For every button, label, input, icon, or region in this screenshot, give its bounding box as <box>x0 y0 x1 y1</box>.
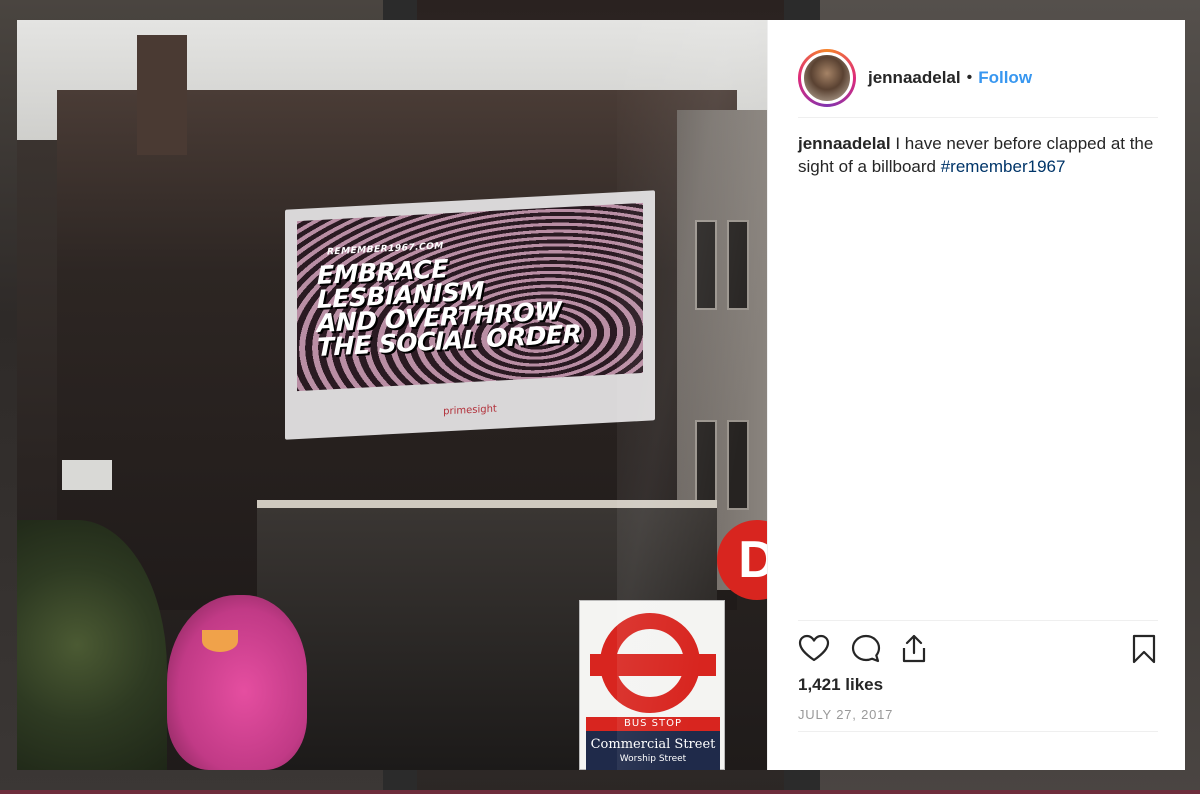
photo-billboard: REMEMBER1967.COM EMBRACE LESBIANISM AND … <box>285 190 655 440</box>
post-header: jennaadelal • Follow <box>798 38 1158 118</box>
photo-ac-unit <box>62 460 112 490</box>
likes-count[interactable]: 1,421 likes <box>798 675 883 695</box>
separator-dot: • <box>966 68 973 86</box>
comment-icon[interactable] <box>850 633 882 665</box>
follow-button[interactable]: Follow <box>978 68 1032 88</box>
heart-icon[interactable] <box>798 633 830 665</box>
hashtag-link[interactable]: #remember1967 <box>941 157 1066 176</box>
username-link[interactable]: jennaadelal <box>868 68 961 88</box>
action-icons-row <box>798 631 1158 667</box>
post-modal: REMEMBER1967.COM EMBRACE LESBIANISM AND … <box>17 20 1185 770</box>
photo-flamingo-beak <box>202 630 238 652</box>
share-icon[interactable] <box>898 633 930 665</box>
background-strip <box>0 790 1200 794</box>
billboard-screen: REMEMBER1967.COM EMBRACE LESBIANISM AND … <box>297 202 643 392</box>
bookmark-icon[interactable] <box>1128 633 1160 665</box>
photo-chimney <box>137 35 187 155</box>
photo-glass-reflection <box>617 20 767 770</box>
avatar-ring[interactable] <box>798 48 856 107</box>
post-side-panel: jennaadelal • Follow jennaadelal I have … <box>767 20 1185 770</box>
post-photo: REMEMBER1967.COM EMBRACE LESBIANISM AND … <box>17 20 767 770</box>
billboard-brand: primesight <box>443 403 497 418</box>
post-actions-area: 1,421 likes JULY 27, 2017 <box>798 620 1158 732</box>
caption-username-link[interactable]: jennaadelal <box>798 134 891 153</box>
post-date[interactable]: JULY 27, 2017 <box>798 707 893 722</box>
avatar[interactable] <box>801 51 853 104</box>
photo-flamingo-graffiti <box>167 595 307 770</box>
billboard-headline: EMBRACE LESBIANISM AND OVERTHROW THE SOC… <box>317 254 582 363</box>
post-caption: jennaadelal I have never before clapped … <box>798 132 1158 178</box>
